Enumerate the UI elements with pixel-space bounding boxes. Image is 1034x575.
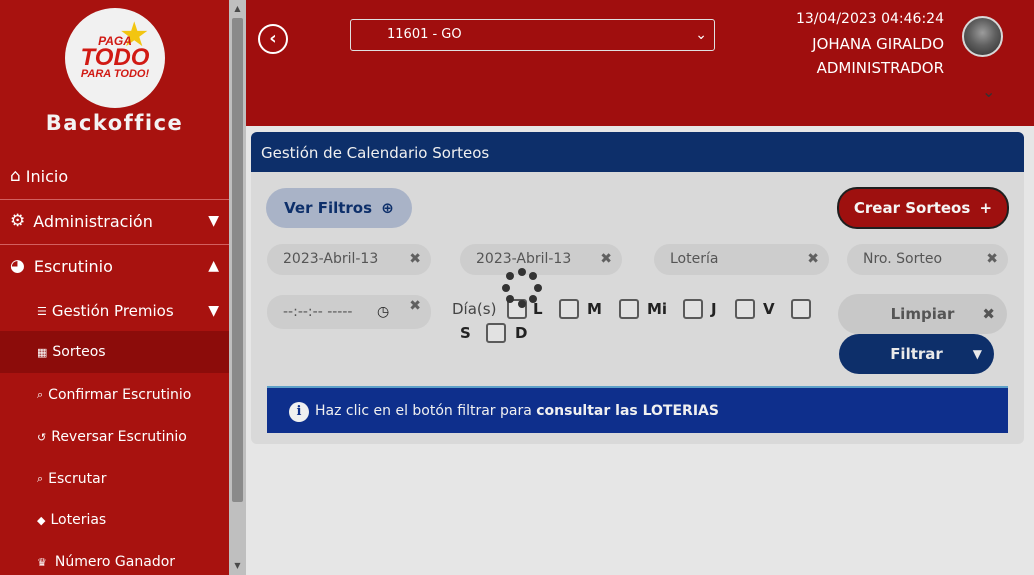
sidebar-item-reversar-escrutinio[interactable]: ↺ Reversar Escrutinio [0, 424, 229, 450]
alert-text: Haz clic en el botón filtrar para [315, 403, 537, 419]
sidebar-item-inicio[interactable]: ⌂ Inicio [0, 163, 229, 189]
sidebar: ★ PAGA TODO PARA TODO! Backoffice ⌂ Inic… [0, 0, 229, 575]
date-from-value: 2023-Abril-13 [283, 251, 379, 267]
chevron-up-icon: ▲ [208, 258, 219, 274]
day-label-v: V [763, 300, 775, 318]
day-label-m: M [587, 300, 602, 318]
sidebar-item-gestion-premios[interactable]: ☰ Gestión Premios ▼ [0, 298, 229, 324]
gear-icon: ⚙ [10, 211, 26, 231]
day-checkbox-d[interactable] [486, 323, 506, 343]
search-icon: ⌕ [37, 472, 44, 485]
sidebar-item-confirmar-escrutinio[interactable]: ⌕ Confirmar Escrutinio [0, 382, 229, 408]
ver-filtros-label: Ver Filtros [284, 199, 373, 217]
clear-icon[interactable]: ✖ [600, 244, 612, 275]
undo-icon: ↺ [37, 430, 47, 444]
divider [0, 244, 229, 245]
sidebar-item-administracion[interactable]: ⚙ Administración ▼ [0, 208, 229, 234]
chevron-left-icon: ‹ [269, 28, 277, 49]
header-user-name: JOHANA GIRALDO [812, 35, 944, 53]
pie-chart-icon: ◕ [10, 256, 25, 276]
day-label-d: D [515, 324, 528, 342]
day-label-s: S [460, 324, 471, 342]
sidebar-item-escrutar[interactable]: ⌕ Escrutar [0, 466, 229, 492]
filter-icon: ▼ [972, 347, 982, 361]
scroll-down-arrow-icon[interactable]: ▼ [229, 559, 246, 573]
sidebar-item-label: Escrutinio [33, 256, 113, 276]
back-button[interactable]: ‹ [258, 24, 288, 54]
info-alert: i Haz clic en el botón filtrar para cons… [267, 386, 1008, 433]
day-label-j: J [711, 300, 717, 318]
ver-filtros-button[interactable]: Ver Filtros ⊕ [266, 188, 412, 228]
sidebar-item-label: Loterias [50, 512, 107, 528]
loteria-select[interactable]: Lotería ✖ [654, 244, 829, 275]
card-title: Gestión de Calendario Sorteos [251, 132, 1024, 172]
nro-sorteo-input[interactable]: Nro. Sorteo ✖ [847, 244, 1008, 275]
clear-icon[interactable]: ✖ [807, 244, 819, 275]
sliders-icon: ☰ [37, 304, 47, 318]
avatar[interactable] [962, 16, 1003, 57]
sidebar-item-escrutinio[interactable]: ◕ Escrutinio ▲ [0, 253, 229, 279]
time-placeholder: --:--:-- ----- [283, 304, 353, 320]
day-checkbox-v[interactable] [735, 299, 755, 319]
days-label: Día(s) [452, 300, 497, 318]
chevron-down-icon: ▼ [208, 213, 219, 229]
day-checkbox-m[interactable] [559, 299, 579, 319]
trophy-icon: ♛ [37, 555, 47, 569]
calendar-icon: ▦ [37, 345, 48, 359]
scrollbar-thumb[interactable] [232, 18, 243, 502]
chevron-down-icon[interactable]: ⌄ [982, 82, 995, 101]
day-checkbox-mi[interactable] [619, 299, 639, 319]
branch-select-value: 11601 - GO [387, 27, 462, 42]
crear-sorteos-label: Crear Sorteos [853, 199, 971, 217]
chevron-down-icon: ⌄ [695, 27, 707, 43]
sidebar-item-loterias[interactable]: ◆ Loterias [0, 507, 229, 533]
sidebar-item-label: Administración [33, 211, 153, 231]
limpiar-button[interactable]: Limpiar ✖ [838, 294, 1007, 334]
clear-icon: ✖ [982, 305, 995, 323]
logo-text-todo: TODO [80, 44, 150, 71]
plus-circle-icon: ⊕ [381, 199, 394, 217]
loteria-placeholder: Lotería [670, 251, 719, 267]
clear-icon[interactable]: ✖ [409, 244, 421, 275]
scroll-up-arrow-icon[interactable]: ▲ [229, 2, 246, 16]
clear-icon[interactable]: ✖ [409, 289, 421, 323]
loading-spinner-icon [502, 268, 542, 308]
nro-sorteo-placeholder: Nro. Sorteo [863, 251, 943, 267]
sidebar-item-label: Escrutar [48, 471, 107, 487]
home-icon: ⌂ [10, 166, 21, 186]
sidebar-item-sorteos[interactable]: ▦ Sorteos [0, 331, 229, 373]
sidebar-item-label: Confirmar Escrutinio [48, 387, 192, 403]
clock-icon: ◷ [377, 304, 390, 320]
plus-icon: + [979, 199, 993, 217]
header-user-role: ADMINISTRADOR [816, 59, 944, 77]
day-checkbox-j[interactable] [683, 299, 703, 319]
sidebar-item-label: Reversar Escrutinio [51, 429, 187, 445]
alert-text-bold: consultar las LOTERIAS [536, 403, 719, 419]
chevron-down-icon: ▼ [208, 303, 219, 319]
ticket-icon: ◆ [37, 513, 46, 527]
filtrar-button[interactable]: Filtrar ▼ [839, 334, 994, 374]
day-checkbox-s[interactable] [791, 299, 811, 319]
brand-name: Backoffice [45, 111, 184, 135]
sidebar-item-numero-ganador[interactable]: ♛ Número Ganador [0, 549, 229, 575]
sidebar-item-label: Gestión Premios [51, 302, 174, 320]
info-icon: i [289, 402, 309, 422]
sidebar-item-label: Número Ganador [54, 554, 176, 570]
crear-sorteos-button[interactable]: Crear Sorteos + [837, 187, 1009, 229]
sidebar-item-label: Inicio [25, 166, 69, 186]
date-from-field[interactable]: 2023-Abril-13 ✖ [267, 244, 431, 275]
logo-text-paratodo: PARA TODO! [80, 68, 150, 80]
branch-select[interactable]: 11601 - GO ⌄ [350, 19, 715, 51]
clear-icon[interactable]: ✖ [986, 244, 998, 275]
date-to-value: 2023-Abril-13 [476, 251, 572, 267]
limpiar-label: Limpiar [890, 305, 955, 323]
sidebar-item-label: Sorteos [52, 344, 106, 360]
header-datetime: 13/04/2023 04:46:24 [795, 11, 944, 27]
day-label-mi: Mi [647, 300, 668, 318]
brand-logo[interactable]: ★ PAGA TODO PARA TODO! [65, 8, 165, 108]
time-input[interactable]: --:--:-- ----- ◷ ✖ [267, 295, 431, 329]
divider [0, 199, 229, 200]
filtrar-label: Filtrar [890, 345, 943, 363]
search-icon: ⌕ [37, 388, 44, 401]
